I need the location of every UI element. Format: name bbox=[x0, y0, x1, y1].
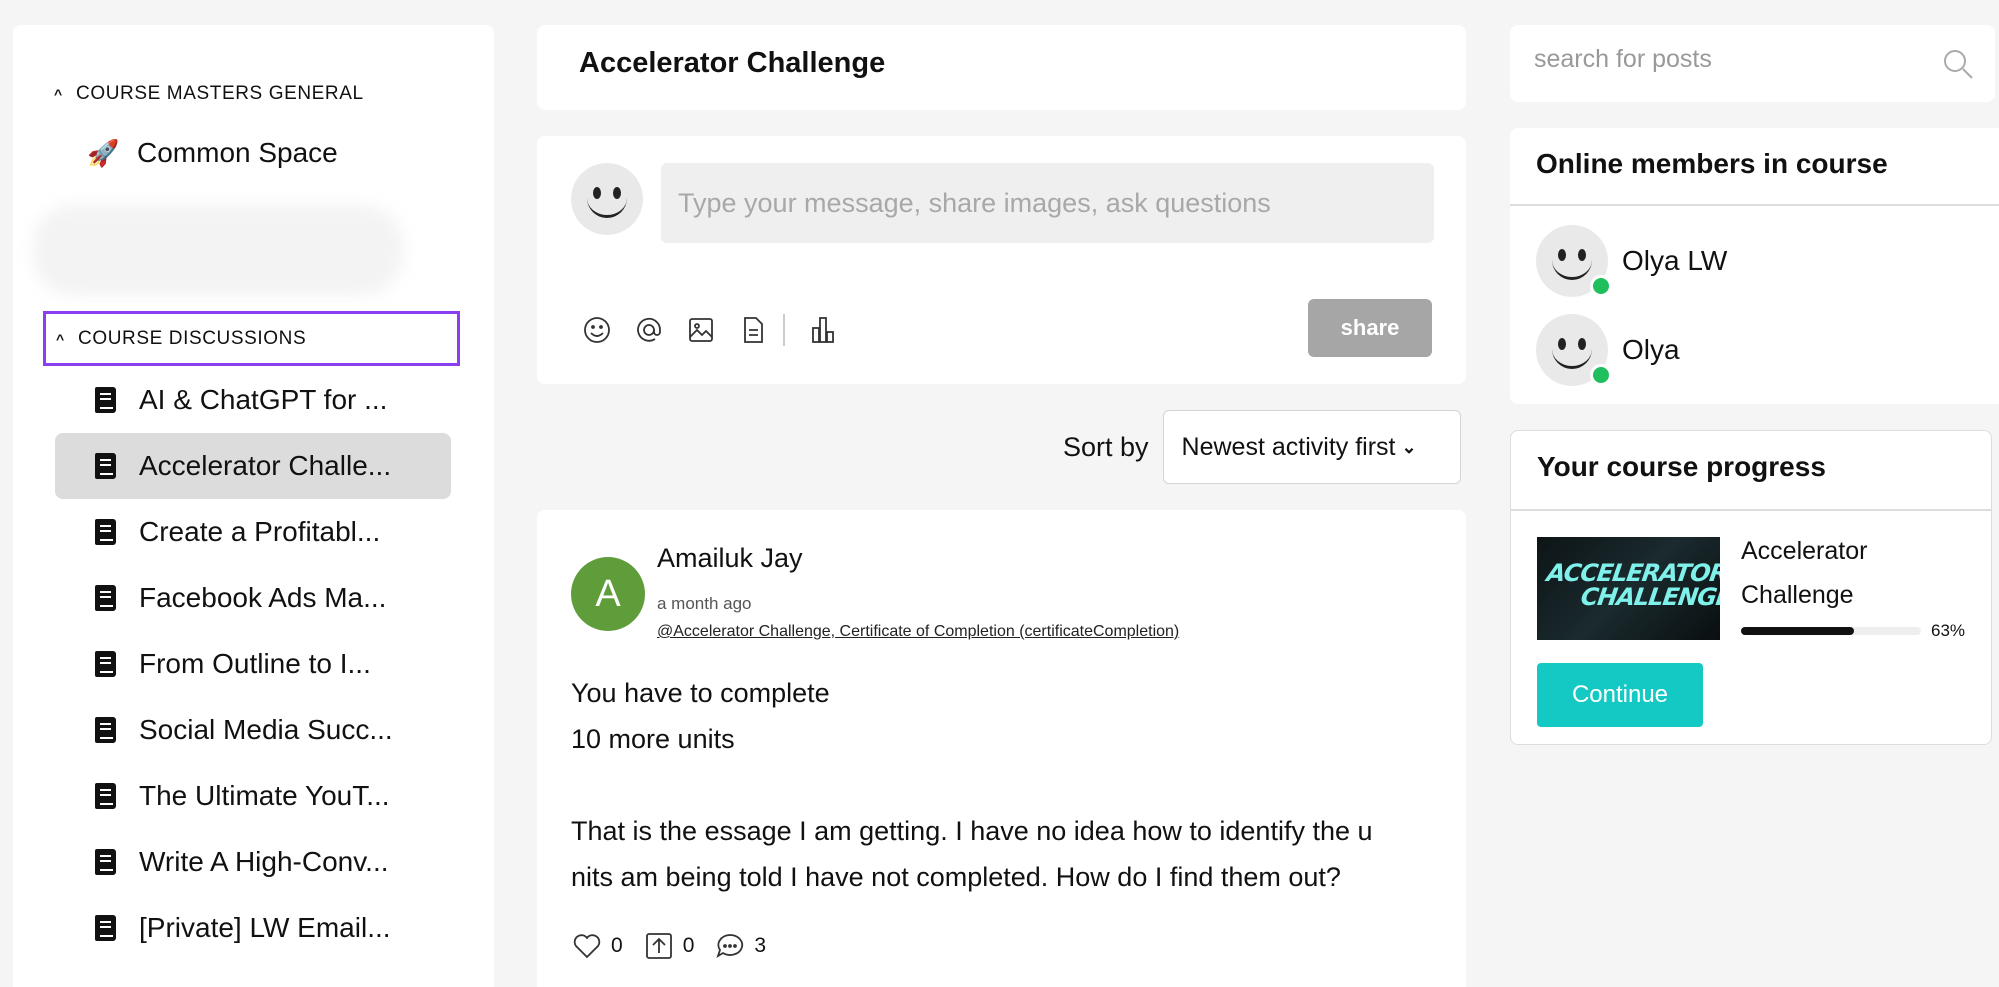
heart-icon bbox=[573, 934, 601, 959]
like-count: 0 bbox=[611, 934, 623, 957]
chevron-down-icon: ⌄ bbox=[1401, 436, 1417, 457]
thumbnail-text: CHALLENGE bbox=[1579, 583, 1720, 611]
sidebar-item-label: Create a Profitabl... bbox=[139, 516, 381, 547]
post-card: A Amailuk Jay a month ago @Accelerator C… bbox=[537, 510, 1466, 987]
section-title: COURSE DISCUSSIONS bbox=[78, 327, 307, 349]
post-author[interactable]: Amailuk Jay bbox=[657, 543, 803, 574]
course-thumbnail[interactable]: ACCELERATOR CHALLENGE bbox=[1537, 537, 1720, 640]
course-list: AI & ChatGPT for ... Accelerator Challe..… bbox=[55, 367, 451, 961]
post-composer: share bbox=[537, 136, 1466, 384]
book-icon bbox=[95, 519, 116, 545]
sidebar-item-label: Common Space bbox=[137, 137, 338, 168]
sidebar-item-label: Write A High-Conv... bbox=[139, 846, 389, 877]
emoji-icon[interactable] bbox=[571, 310, 623, 350]
online-members-panel: Online members in course Olya LW Olya bbox=[1510, 128, 1999, 404]
course-name: Accelerator Challenge bbox=[1741, 537, 1868, 609]
member-name: Olya bbox=[1622, 334, 1680, 365]
blurred-item bbox=[33, 205, 403, 295]
share-button[interactable]: share bbox=[1308, 299, 1432, 357]
sort-label: Sort by bbox=[1063, 431, 1149, 462]
progress-percent: 63% bbox=[1931, 621, 1966, 640]
sidebar-course-item[interactable]: From Outline to I... bbox=[55, 631, 451, 697]
sidebar-course-item[interactable]: The Ultimate YouT... bbox=[55, 763, 451, 829]
online-status-dot bbox=[1590, 364, 1612, 386]
progress-bar-fill bbox=[1741, 627, 1855, 635]
member-name: Olya LW bbox=[1622, 245, 1728, 276]
post-timestamp: a month ago bbox=[657, 594, 752, 613]
toolbar-divider bbox=[783, 314, 785, 346]
sidebar-item-label: AI & ChatGPT for ... bbox=[139, 384, 388, 415]
sort-select[interactable]: Newest activity first ⌄ bbox=[1162, 410, 1461, 484]
post-body: You have to complete 10 more units That … bbox=[571, 670, 1451, 900]
book-icon bbox=[95, 585, 116, 611]
section-title: COURSE MASTERS GENERAL bbox=[76, 83, 364, 104]
sidebar-item-label: Facebook Ads Ma... bbox=[139, 582, 387, 613]
message-input[interactable] bbox=[661, 163, 1434, 243]
post-tag-link[interactable]: @Accelerator Challenge, Certificate of C… bbox=[657, 623, 1179, 641]
comment-icon bbox=[716, 934, 744, 959]
avatar bbox=[571, 163, 643, 235]
post-reactions: 0 0 3 bbox=[571, 930, 786, 962]
search-box bbox=[1510, 25, 1995, 102]
course-progress-panel: Your course progress ACCELERATOR CHALLEN… bbox=[1510, 430, 1992, 745]
sidebar: ^ COURSE MASTERS GENERAL 🚀 Common Space … bbox=[13, 25, 494, 987]
page-title: Accelerator Challenge bbox=[537, 25, 1466, 110]
book-icon bbox=[95, 651, 116, 677]
continue-button[interactable]: Continue bbox=[1537, 663, 1703, 727]
book-icon bbox=[95, 915, 116, 941]
search-icon[interactable] bbox=[1941, 47, 1975, 81]
search-input[interactable] bbox=[1534, 45, 1914, 74]
upvote-button[interactable]: 0 bbox=[643, 930, 695, 962]
book-icon bbox=[95, 717, 116, 743]
comment-count: 3 bbox=[754, 934, 767, 957]
chevron-up-icon: ^ bbox=[56, 330, 65, 347]
upvote-icon bbox=[645, 933, 672, 959]
sidebar-item-label: [Private] LW Email... bbox=[139, 912, 391, 943]
chevron-up-icon: ^ bbox=[54, 86, 63, 102]
comment-button[interactable]: 3 bbox=[714, 930, 766, 962]
member-item[interactable]: Olya LW bbox=[1536, 225, 1727, 297]
author-avatar[interactable]: A bbox=[571, 557, 645, 631]
avatar bbox=[1536, 225, 1612, 297]
progress-bar bbox=[1741, 627, 1921, 635]
book-icon bbox=[95, 387, 116, 413]
section-course-discussions[interactable]: ^ COURSE DISCUSSIONS bbox=[43, 311, 460, 366]
book-icon bbox=[95, 453, 116, 479]
sidebar-item-label: From Outline to I... bbox=[139, 648, 371, 679]
mention-icon[interactable] bbox=[623, 310, 675, 350]
panel-title: Your course progress bbox=[1511, 431, 1991, 511]
avatar bbox=[1536, 314, 1612, 386]
sidebar-item-label: Social Media Succ... bbox=[139, 714, 393, 745]
post-line: nits am being told I have not completed.… bbox=[571, 862, 1341, 892]
post-line bbox=[571, 762, 1451, 808]
sidebar-course-item[interactable]: Facebook Ads Ma... bbox=[55, 565, 451, 631]
sidebar-course-item[interactable]: Create a Profitabl... bbox=[55, 499, 451, 565]
member-item[interactable]: Olya bbox=[1536, 314, 1680, 386]
sidebar-item-label: The Ultimate YouT... bbox=[139, 780, 390, 811]
sort-control: Sort by Newest activity first ⌄ bbox=[1063, 410, 1461, 484]
poll-icon[interactable] bbox=[797, 310, 849, 350]
section-course-masters-general[interactable]: ^ COURSE MASTERS GENERAL bbox=[54, 83, 364, 105]
book-icon bbox=[95, 783, 116, 809]
sort-value: Newest activity first bbox=[1181, 432, 1396, 461]
post-line: 10 more units bbox=[571, 724, 735, 754]
image-icon[interactable] bbox=[675, 310, 727, 350]
sidebar-course-item[interactable]: Accelerator Challe... bbox=[55, 433, 451, 499]
post-line: That is the essage I am getting. I have … bbox=[571, 816, 1373, 846]
sidebar-item-label: Accelerator Challe... bbox=[139, 450, 392, 481]
sidebar-course-item[interactable]: Write A High-Conv... bbox=[55, 829, 451, 895]
sidebar-course-item[interactable]: AI & ChatGPT for ... bbox=[55, 367, 451, 433]
composer-toolbar bbox=[571, 310, 849, 350]
panel-title: Online members in course bbox=[1510, 128, 1999, 206]
post-line: You have to complete bbox=[571, 678, 830, 708]
online-status-dot bbox=[1590, 275, 1612, 297]
book-icon bbox=[95, 849, 116, 875]
rocket-icon: 🚀 bbox=[87, 137, 120, 168]
sidebar-course-item[interactable]: [Private] LW Email... bbox=[55, 895, 451, 961]
sidebar-course-item[interactable]: Social Media Succ... bbox=[55, 697, 451, 763]
document-icon[interactable] bbox=[727, 310, 779, 350]
like-button[interactable]: 0 bbox=[571, 930, 623, 962]
sidebar-item-common-space[interactable]: 🚀 Common Space bbox=[87, 137, 338, 169]
upvote-count: 0 bbox=[682, 934, 695, 957]
